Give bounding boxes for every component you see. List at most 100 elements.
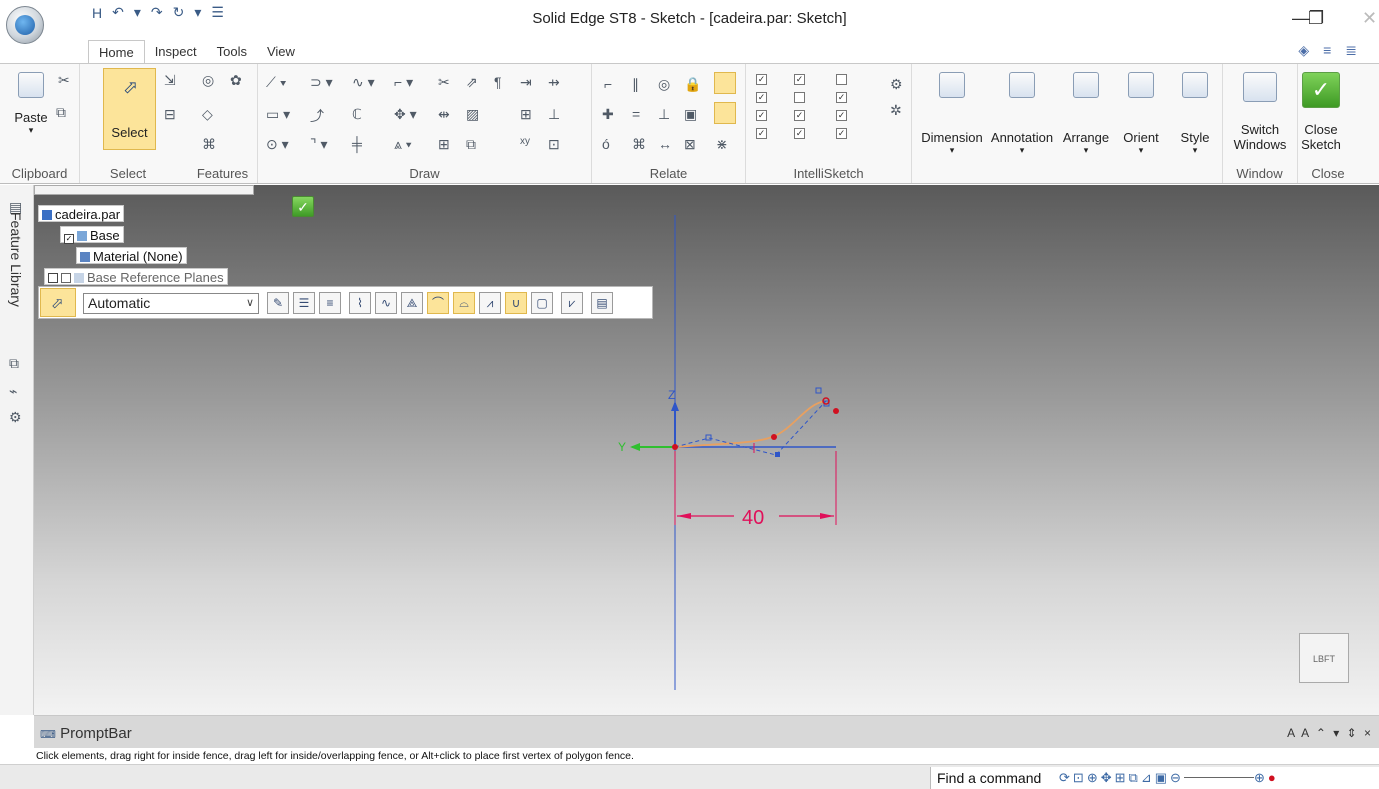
maintain-relationships-toggle[interactable] — [714, 102, 736, 124]
selection-mode-select[interactable]: Automatic ∨ — [83, 293, 259, 314]
tab-home[interactable]: Home — [88, 40, 145, 64]
copy-icon[interactable]: ⧉ — [56, 104, 66, 121]
fillet-icon[interactable]: ⌐ ▾ — [394, 74, 413, 91]
lock-icon[interactable]: 🔒 — [684, 76, 701, 93]
hole-icon[interactable]: ◎ — [202, 72, 214, 89]
construction-icon[interactable]: ⧉ — [466, 136, 476, 153]
zoom-icon[interactable]: ⊕ — [1087, 770, 1101, 785]
closed-curve-icon[interactable]: ▢ — [531, 292, 553, 314]
intellisketch-check-2[interactable]: ✓ — [794, 74, 805, 85]
round-icon[interactable]: ✿ — [230, 72, 242, 89]
close-sketch-button[interactable]: Close Sketch — [1298, 122, 1344, 152]
view-orient-icon[interactable]: ⧉ — [1129, 770, 1141, 785]
select-button[interactable]: ⬀ Select — [103, 68, 156, 150]
arrange-button[interactable]: Arrange ▾ — [1058, 72, 1114, 156]
sketch-view-icon[interactable]: ⊿ — [1141, 770, 1155, 785]
feature-library-tab[interactable]: Feature Library — [8, 212, 24, 307]
symmetry-axis-icon[interactable]: ⊠ — [684, 136, 696, 153]
concentric-icon[interactable]: ◎ — [658, 76, 670, 93]
relationship-colors-icon[interactable]: ⋇ — [716, 136, 728, 153]
intellisketch-check-1[interactable]: ✓ — [756, 74, 767, 85]
tab-inspect[interactable]: Inspect — [145, 40, 207, 64]
point-icon[interactable]: ╪ — [352, 136, 362, 152]
intellisketch-check-9[interactable]: ✓ — [836, 110, 847, 121]
record-icon[interactable]: ● — [1268, 770, 1279, 785]
close-window-button[interactable]: ✕ — [1362, 8, 1377, 29]
intellisketch-check-7[interactable]: ✓ — [756, 110, 767, 121]
intellisketch-check-5[interactable] — [794, 92, 805, 103]
line-width-icon[interactable]: ≡ — [319, 292, 341, 314]
rectangle-icon[interactable]: ▭ ▾ — [266, 106, 290, 123]
fit-icon[interactable]: ⊞ — [1115, 770, 1129, 785]
color-icon[interactable]: ✎ — [267, 292, 289, 314]
close-sketch-icon[interactable]: ✓ — [1302, 72, 1340, 108]
rotate-icon[interactable]: ⟳ — [1059, 770, 1073, 785]
intellisketch-check-6[interactable]: ✓ — [836, 92, 847, 103]
equal-icon[interactable]: = — [632, 106, 640, 122]
perpendicular-icon[interactable]: ⊥ — [658, 106, 670, 123]
cut-icon[interactable]: ✂ — [58, 72, 70, 89]
insert-point-icon[interactable]: ⩘ — [479, 292, 501, 314]
edit-points-icon[interactable]: ⟁ — [401, 292, 423, 314]
intellisketch-check-3[interactable] — [836, 74, 847, 85]
tab-tools[interactable]: Tools — [207, 40, 257, 64]
trim-icon[interactable]: ✂ — [438, 74, 450, 91]
rigid-set-icon[interactable]: ▣ — [684, 106, 697, 123]
line-icon[interactable]: ⟋ ▾ — [266, 74, 287, 91]
include-icon[interactable]: ⇹ — [438, 106, 450, 123]
horizontal-vertical-icon[interactable]: ✚ — [602, 106, 614, 123]
tangent-arc-icon[interactable]: ⤴ — [310, 106, 324, 126]
feature-icon[interactable]: ⚙ — [9, 409, 22, 426]
zoom-area-icon[interactable]: ⊡ — [1073, 770, 1087, 785]
find-command-box[interactable]: Find a command ⟳⊡⊕✥⊞⧉⊿▣⊖ ⊕● — [930, 767, 1379, 789]
intellisketch-check-4[interactable]: ✓ — [756, 92, 767, 103]
move-icon[interactable]: ✥ ▾ — [394, 106, 417, 123]
angle-icon[interactable]: ⊥ — [548, 106, 560, 123]
select-tools-icon[interactable]: ⇲ — [164, 72, 176, 89]
relationship-assistant-icon[interactable]: ✲ — [890, 102, 902, 119]
circle-icon[interactable]: ⊙ ▾ — [266, 136, 289, 153]
extend-icon[interactable]: ⇗ — [466, 74, 478, 91]
add-edit-point-icon[interactable]: ⌓ — [453, 292, 475, 314]
curvature-comb-icon[interactable]: ⌇ — [349, 292, 371, 314]
render-icon[interactable]: ▣ — [1155, 770, 1170, 785]
add-shape-point-icon[interactable]: ⌒ — [427, 292, 449, 314]
curvature-icon[interactable]: ⩗ — [561, 292, 583, 314]
paste-button[interactable]: Paste ▾ — [12, 72, 50, 136]
select-tool-button[interactable]: ⬀ — [40, 288, 76, 317]
dimension-button[interactable]: Dimension ▾ — [916, 72, 988, 156]
parallel-icon[interactable]: ∥ — [632, 76, 639, 93]
zoom-out-icon[interactable]: ⊖ — [1170, 770, 1184, 785]
intellisketch-options-icon[interactable]: ⚙ — [890, 76, 903, 93]
application-button[interactable] — [6, 6, 44, 44]
ribbon-toggle-icon[interactable]: ≣ — [1345, 42, 1357, 59]
intellisketch-check-11[interactable]: ✓ — [794, 128, 805, 139]
line-type-icon[interactable]: ☰ — [293, 292, 315, 314]
annotation-button[interactable]: Annotation ▾ — [988, 72, 1056, 156]
help-icon[interactable]: ◈ — [1298, 42, 1309, 59]
orient-button[interactable]: Orient ▾ — [1116, 72, 1166, 156]
intellisketch-check-12[interactable]: ✓ — [836, 128, 847, 139]
intellisketch-check-8[interactable]: ✓ — [794, 110, 805, 121]
sketch-view-icon[interactable]: ⇥ — [520, 74, 532, 91]
project-icon[interactable]: ⊞ — [438, 136, 450, 153]
relationship-handles-toggle[interactable] — [714, 72, 736, 94]
fill-icon[interactable]: ▨ — [466, 106, 479, 123]
zoom-slider[interactable] — [1183, 777, 1254, 778]
grid-icon[interactable]: ⊡ — [548, 136, 560, 153]
switch-windows-button[interactable]: Switch Windows — [1228, 72, 1292, 152]
split-icon[interactable]: ¶ — [494, 74, 502, 90]
list-icon[interactable]: ▤ — [591, 292, 613, 314]
lock-plane-icon[interactable]: ⇸ — [548, 74, 560, 91]
xy-icon[interactable]: xy — [520, 136, 530, 147]
corner-icon[interactable]: ⌝ ▾ — [310, 136, 327, 153]
graphics-window[interactable]: cadeira.par ✓ Base Material (None) Base R… — [34, 185, 1379, 715]
offset-icon[interactable]: ℂ — [352, 106, 362, 123]
restore-button[interactable]: ❐ — [1308, 8, 1324, 29]
layout-icon[interactable]: ≡ — [1323, 42, 1331, 59]
prompt-bar-controls[interactable]: A A ⌃ ▾ ⇕ × — [1287, 726, 1373, 740]
tangent-icon[interactable]: ó — [602, 136, 610, 152]
style-button[interactable]: Style ▾ — [1170, 72, 1220, 156]
pattern-icon[interactable]: ⌘ — [202, 136, 216, 153]
zoom-in-icon[interactable]: ⊕ — [1254, 770, 1268, 785]
